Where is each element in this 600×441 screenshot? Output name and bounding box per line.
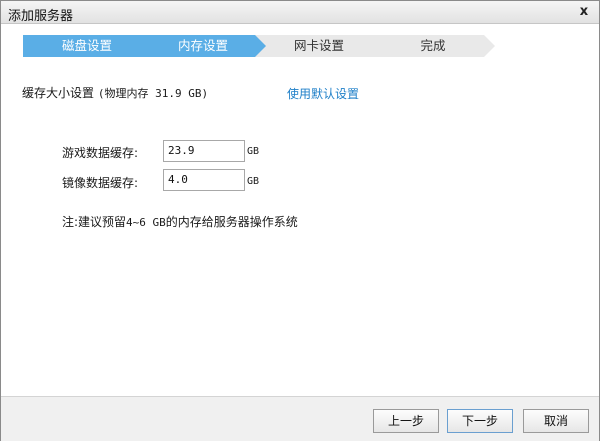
- note-suffix: 的内存给服务器操作系统: [165, 215, 298, 229]
- next-step-button[interactable]: 下一步: [447, 409, 513, 433]
- cache-size-title: 缓存大小设置: [22, 86, 95, 100]
- wizard-steps: 磁盘设置 内存设置 网卡设置 完成: [23, 35, 503, 57]
- use-default-settings-link[interactable]: 使用默认设置: [287, 85, 359, 102]
- dialog-title: 添加服务器: [8, 9, 74, 24]
- step-nic-settings: 网卡设置: [255, 35, 383, 57]
- image-cache-input[interactable]: 4.0: [163, 169, 245, 191]
- physical-memory-info: (物理内存 31.9 GB): [97, 87, 209, 100]
- step-disk-settings: 磁盘设置: [23, 35, 151, 57]
- note-range: 4~6 GB: [126, 216, 166, 229]
- step-finish: 完成: [371, 35, 495, 57]
- previous-step-button[interactable]: 上一步: [373, 409, 439, 433]
- cancel-button[interactable]: 取消: [523, 409, 589, 433]
- game-cache-input[interactable]: 23.9: [163, 140, 245, 162]
- image-cache-unit: GB: [247, 176, 260, 187]
- note-prefix: 注:建议预留: [62, 215, 127, 229]
- game-cache-label: 游戏数据缓存:: [62, 146, 139, 160]
- dialog-footer: 上一步 下一步 取消: [1, 396, 599, 441]
- image-cache-label: 镜像数据缓存:: [62, 176, 139, 190]
- cache-size-label: 缓存大小设置 (物理内存 31.9 GB): [22, 84, 208, 101]
- step-memory-settings: 内存设置: [139, 35, 267, 57]
- title-bar[interactable]: 添加服务器 x: [1, 1, 599, 24]
- add-server-dialog: 添加服务器 x 磁盘设置 内存设置 网卡设置 完成 缓存大小设置 (物理内存 3…: [0, 0, 600, 441]
- close-button[interactable]: x: [577, 4, 591, 20]
- game-cache-unit: GB: [247, 146, 260, 157]
- memory-reserve-note: 注:建议预留4~6 GB的内存给服务器操作系统: [62, 213, 298, 230]
